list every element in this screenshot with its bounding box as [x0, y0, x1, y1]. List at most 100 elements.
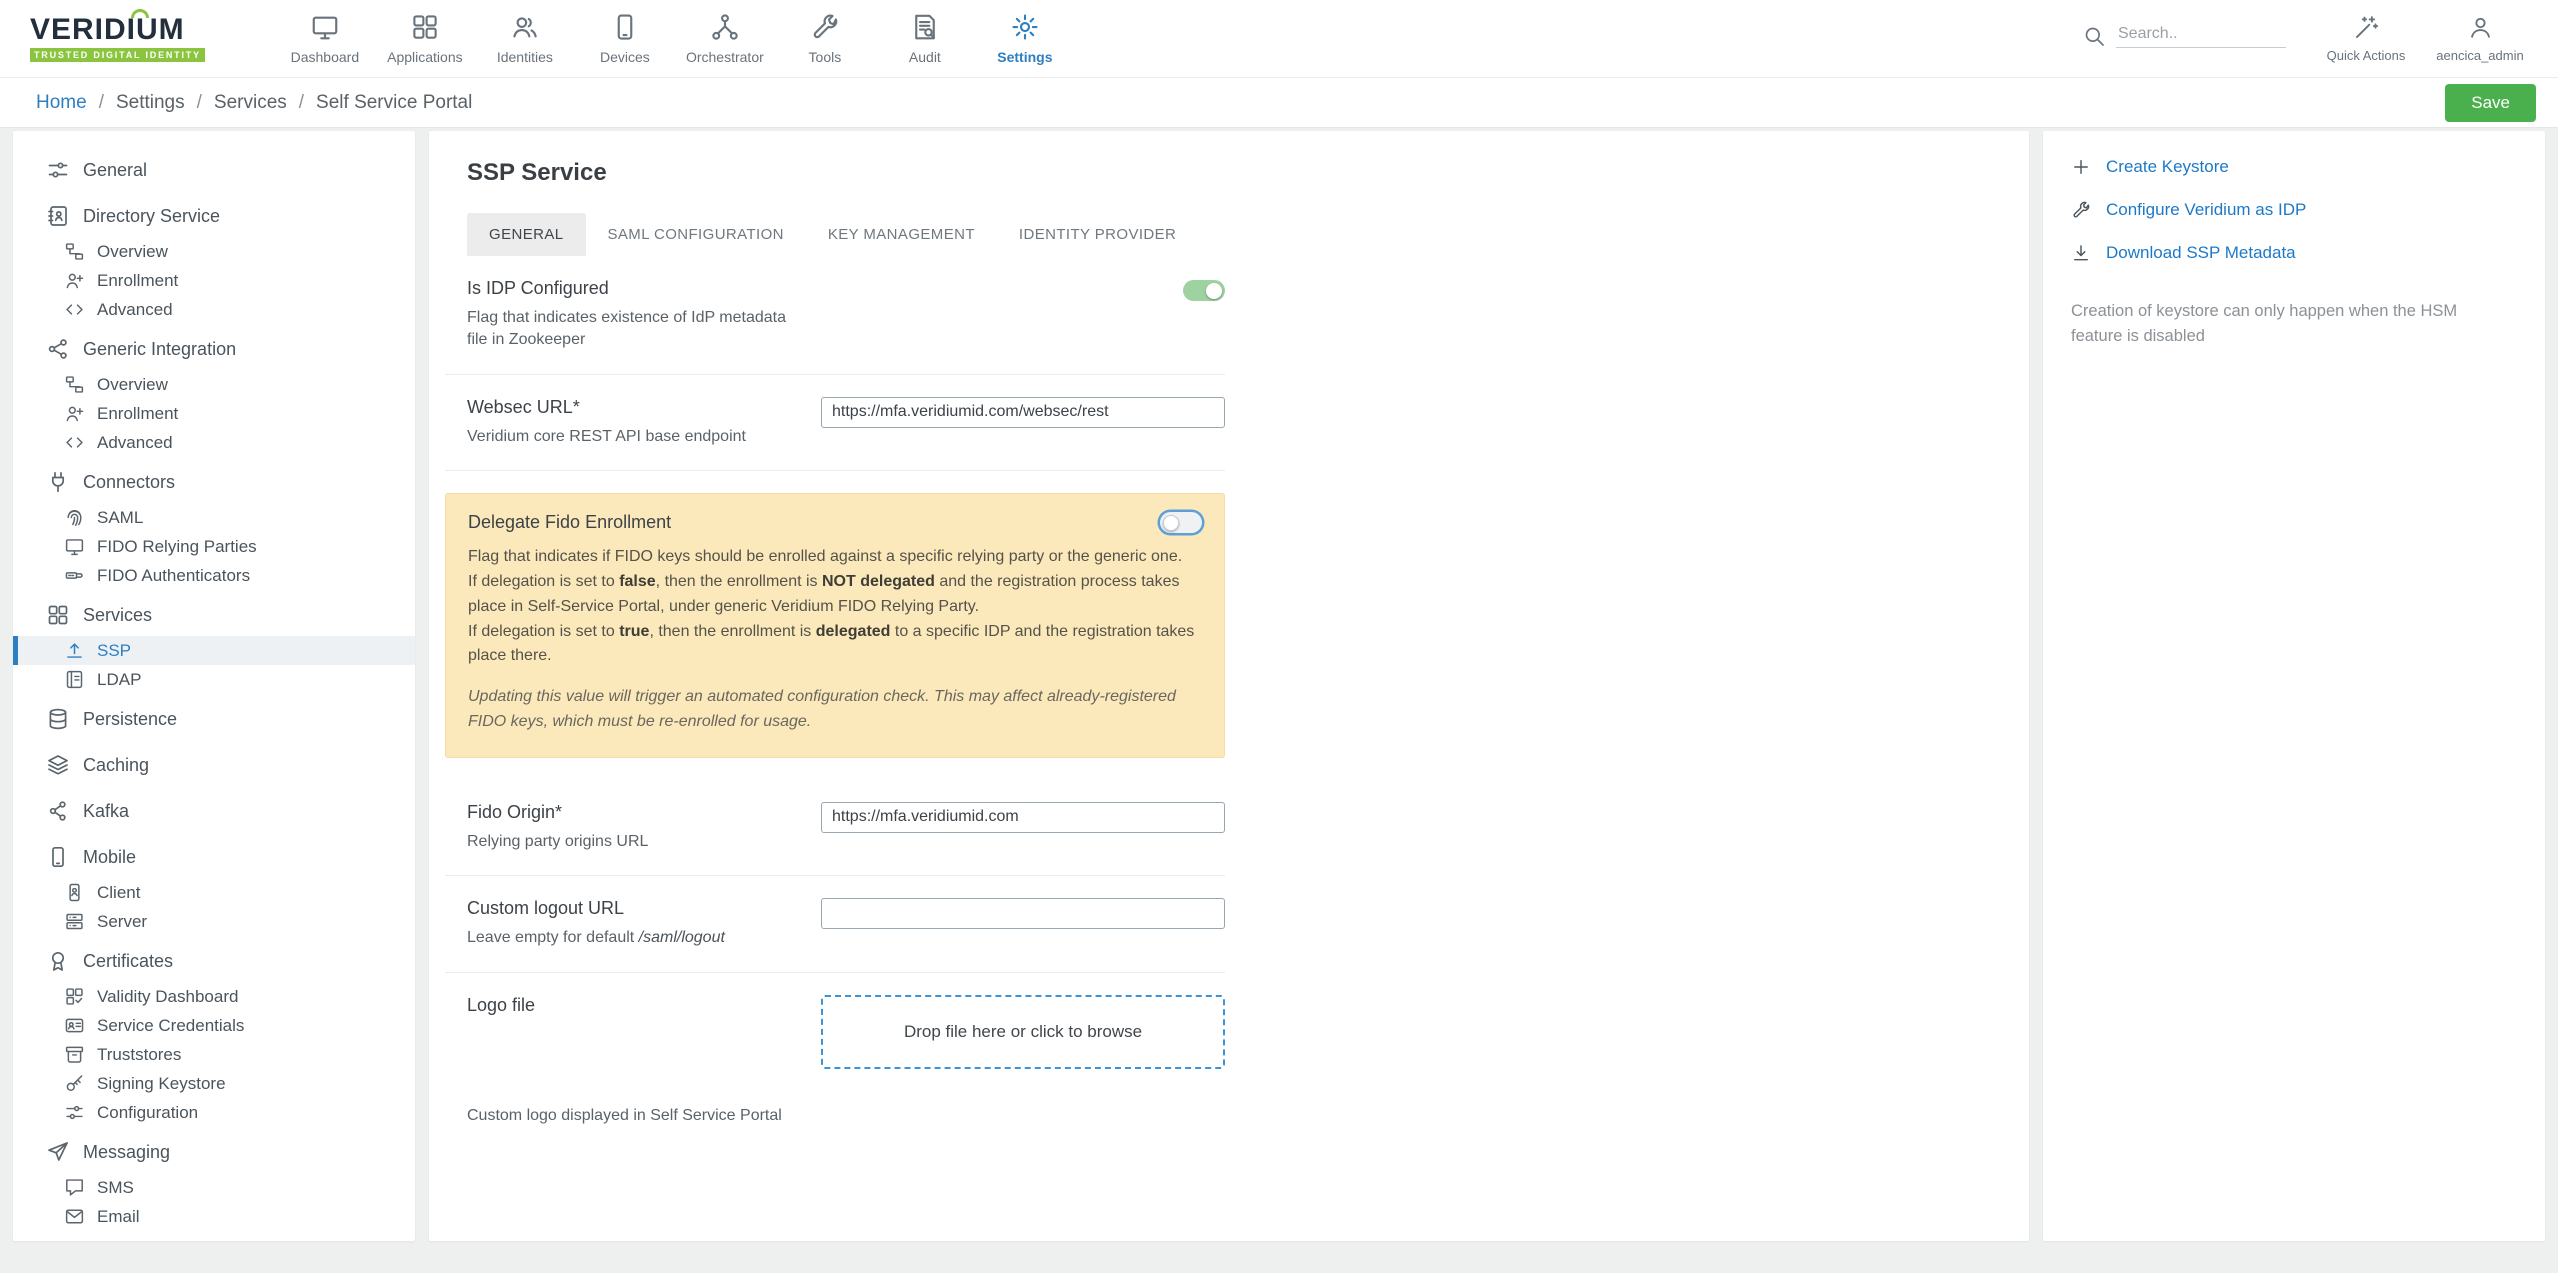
- custom-logout-description: Leave empty for default /saml/logout: [467, 927, 797, 949]
- sidebar-item-ldap[interactable]: LDAP: [13, 665, 415, 694]
- sidebar-item-generic-integration[interactable]: Generic Integration: [13, 328, 415, 370]
- nav-label: Tools: [809, 49, 842, 65]
- tab-key-management[interactable]: KEY MANAGEMENT: [806, 213, 997, 256]
- action-create-keystore[interactable]: Create Keystore: [2071, 157, 2517, 177]
- sidebar-item-configuration[interactable]: Configuration: [13, 1098, 415, 1127]
- sidebar-item-validity-dashboard[interactable]: Validity Dashboard: [13, 982, 415, 1011]
- breadcrumb-separator: /: [197, 92, 202, 114]
- sidebar-item-label: Persistence: [83, 709, 177, 730]
- nav-item-identities[interactable]: Identities: [475, 0, 575, 77]
- nav-item-settings[interactable]: Settings: [975, 0, 1075, 77]
- sidebar-item-label: Advanced: [97, 300, 173, 320]
- sidebar-item-caching[interactable]: Caching: [13, 744, 415, 786]
- delegate-fido-description-line: Flag that indicates if FIDO keys should …: [468, 545, 1202, 570]
- sidebar-item-overview[interactable]: Overview: [13, 370, 415, 399]
- sidebar-item-ssp[interactable]: SSP: [13, 636, 415, 665]
- fido-origin-input[interactable]: [821, 802, 1225, 833]
- nav-item-devices[interactable]: Devices: [575, 0, 675, 77]
- sidebar-item-truststores[interactable]: Truststores: [13, 1040, 415, 1069]
- applications-icon: [410, 12, 440, 42]
- sidebar-item-overview[interactable]: Overview: [13, 237, 415, 266]
- ssp-general-form: Is IDP Configured Flag that indicates ex…: [445, 256, 1225, 1125]
- tab-general[interactable]: GENERAL: [467, 213, 586, 256]
- search-icon[interactable]: [2082, 24, 2106, 48]
- breadcrumb-settings[interactable]: Settings: [116, 92, 185, 114]
- sidebar-item-label: Kafka: [83, 801, 129, 822]
- messaging-icon: [46, 1140, 70, 1164]
- sidebar-item-fido-authenticators[interactable]: FIDO Authenticators: [13, 561, 415, 590]
- tab-bar: GENERALSAML CONFIGURATIONKEY MANAGEMENTI…: [467, 213, 2009, 256]
- action-download-ssp-metadata[interactable]: Download SSP Metadata: [2071, 243, 2517, 263]
- sidebar-item-signing-keystore[interactable]: Signing Keystore: [13, 1069, 415, 1098]
- idp-configured-toggle[interactable]: [1183, 280, 1225, 301]
- sidebar-item-persistence[interactable]: Persistence: [13, 698, 415, 740]
- delegate-fido-toggle[interactable]: [1160, 512, 1202, 533]
- delegate-fido-description: Flag that indicates if FIDO keys should …: [468, 545, 1202, 669]
- client-icon: [64, 882, 85, 903]
- save-button[interactable]: Save: [2445, 84, 2536, 122]
- nav-item-dashboard[interactable]: Dashboard: [275, 0, 375, 77]
- sidebar-item-general[interactable]: General: [13, 149, 415, 191]
- tab-identity-provider[interactable]: IDENTITY PROVIDER: [997, 213, 1198, 256]
- enrollment-icon: [64, 270, 85, 291]
- fido-auth-icon: [64, 565, 85, 586]
- breadcrumb-services[interactable]: Services: [214, 92, 287, 114]
- delegate-fido-warning-note: Updating this value will trigger an auto…: [468, 685, 1202, 735]
- search-input[interactable]: [2116, 21, 2286, 48]
- sidebar-item-service-credentials[interactable]: Service Credentials: [13, 1011, 415, 1040]
- quick-actions-button[interactable]: Quick Actions: [2318, 14, 2414, 63]
- custom-logout-input[interactable]: [821, 898, 1225, 929]
- server-icon: [64, 911, 85, 932]
- sidebar-item-label: Messaging: [83, 1142, 170, 1163]
- advanced-icon: [64, 432, 85, 453]
- sidebar-item-fido-relying-parties[interactable]: FIDO Relying Parties: [13, 532, 415, 561]
- sidebar-item-saml[interactable]: SAML: [13, 503, 415, 532]
- nav-item-audit[interactable]: Audit: [875, 0, 975, 77]
- sidebar-item-mobile[interactable]: Mobile: [13, 836, 415, 878]
- sidebar-item-sms[interactable]: SMS: [13, 1173, 415, 1202]
- veridium-logo[interactable]: VERIDIUM TRUSTED DIGITAL IDENTITY: [30, 0, 205, 77]
- user-menu[interactable]: aencica_admin: [2432, 14, 2528, 63]
- sidebar-item-label: FIDO Authenticators: [97, 566, 250, 586]
- sidebar-item-certificates[interactable]: Certificates: [13, 940, 415, 982]
- sidebar-item-label: SAML: [97, 508, 143, 528]
- sidebar-item-client[interactable]: Client: [13, 878, 415, 907]
- sidebar-item-label: SSP: [97, 641, 131, 661]
- logo-file-label: Logo file: [467, 995, 797, 1016]
- ssp-service-panel: SSP Service GENERALSAML CONFIGURATIONKEY…: [429, 131, 2029, 1241]
- sidebar-item-services[interactable]: Services: [13, 594, 415, 636]
- sidebar-item-connectors[interactable]: Connectors: [13, 461, 415, 503]
- breadcrumb-separator: /: [99, 92, 104, 114]
- websec-url-description: Veridium core REST API base endpoint: [467, 426, 797, 448]
- action-configure-veridium-as-idp[interactable]: Configure Veridium as IDP: [2071, 200, 2517, 220]
- logo-tagline: TRUSTED DIGITAL IDENTITY: [30, 48, 205, 62]
- sidebar-item-label: Advanced: [97, 433, 173, 453]
- logo-dropzone[interactable]: Drop file here or click to browse: [821, 995, 1225, 1069]
- websec-url-input[interactable]: [821, 397, 1225, 428]
- sidebar-item-label: Mobile: [83, 847, 136, 868]
- validity-icon: [64, 986, 85, 1007]
- logo-swoosh-icon: [131, 9, 149, 18]
- sidebar-item-kafka[interactable]: Kafka: [13, 790, 415, 832]
- identities-icon: [510, 12, 540, 42]
- page-title: SSP Service: [467, 159, 2009, 187]
- sidebar-item-messaging[interactable]: Messaging: [13, 1131, 415, 1173]
- sidebar-item-label: FIDO Relying Parties: [97, 537, 257, 557]
- sidebar-item-label: Services: [83, 605, 152, 626]
- sidebar-item-enrollment[interactable]: Enrollment: [13, 266, 415, 295]
- nav-item-orchestrator[interactable]: Orchestrator: [675, 0, 775, 77]
- sidebar-item-advanced[interactable]: Advanced: [13, 295, 415, 324]
- sidebar-item-email[interactable]: Email: [13, 1202, 415, 1231]
- sidebar-item-label: Truststores: [97, 1045, 181, 1065]
- idp-configured-label: Is IDP Configured: [467, 278, 797, 299]
- tab-saml-configuration[interactable]: SAML CONFIGURATION: [586, 213, 806, 256]
- sidebar-item-enrollment[interactable]: Enrollment: [13, 399, 415, 428]
- sidebar-item-directory-service[interactable]: Directory Service: [13, 195, 415, 237]
- custom-logout-default-path: /saml/logout: [639, 929, 725, 946]
- nav-item-applications[interactable]: Applications: [375, 0, 475, 77]
- logo-text: VERIDIUM: [30, 15, 205, 45]
- sidebar-item-server[interactable]: Server: [13, 907, 415, 936]
- sidebar-item-advanced[interactable]: Advanced: [13, 428, 415, 457]
- breadcrumb-home[interactable]: Home: [36, 92, 87, 114]
- nav-item-tools[interactable]: Tools: [775, 0, 875, 77]
